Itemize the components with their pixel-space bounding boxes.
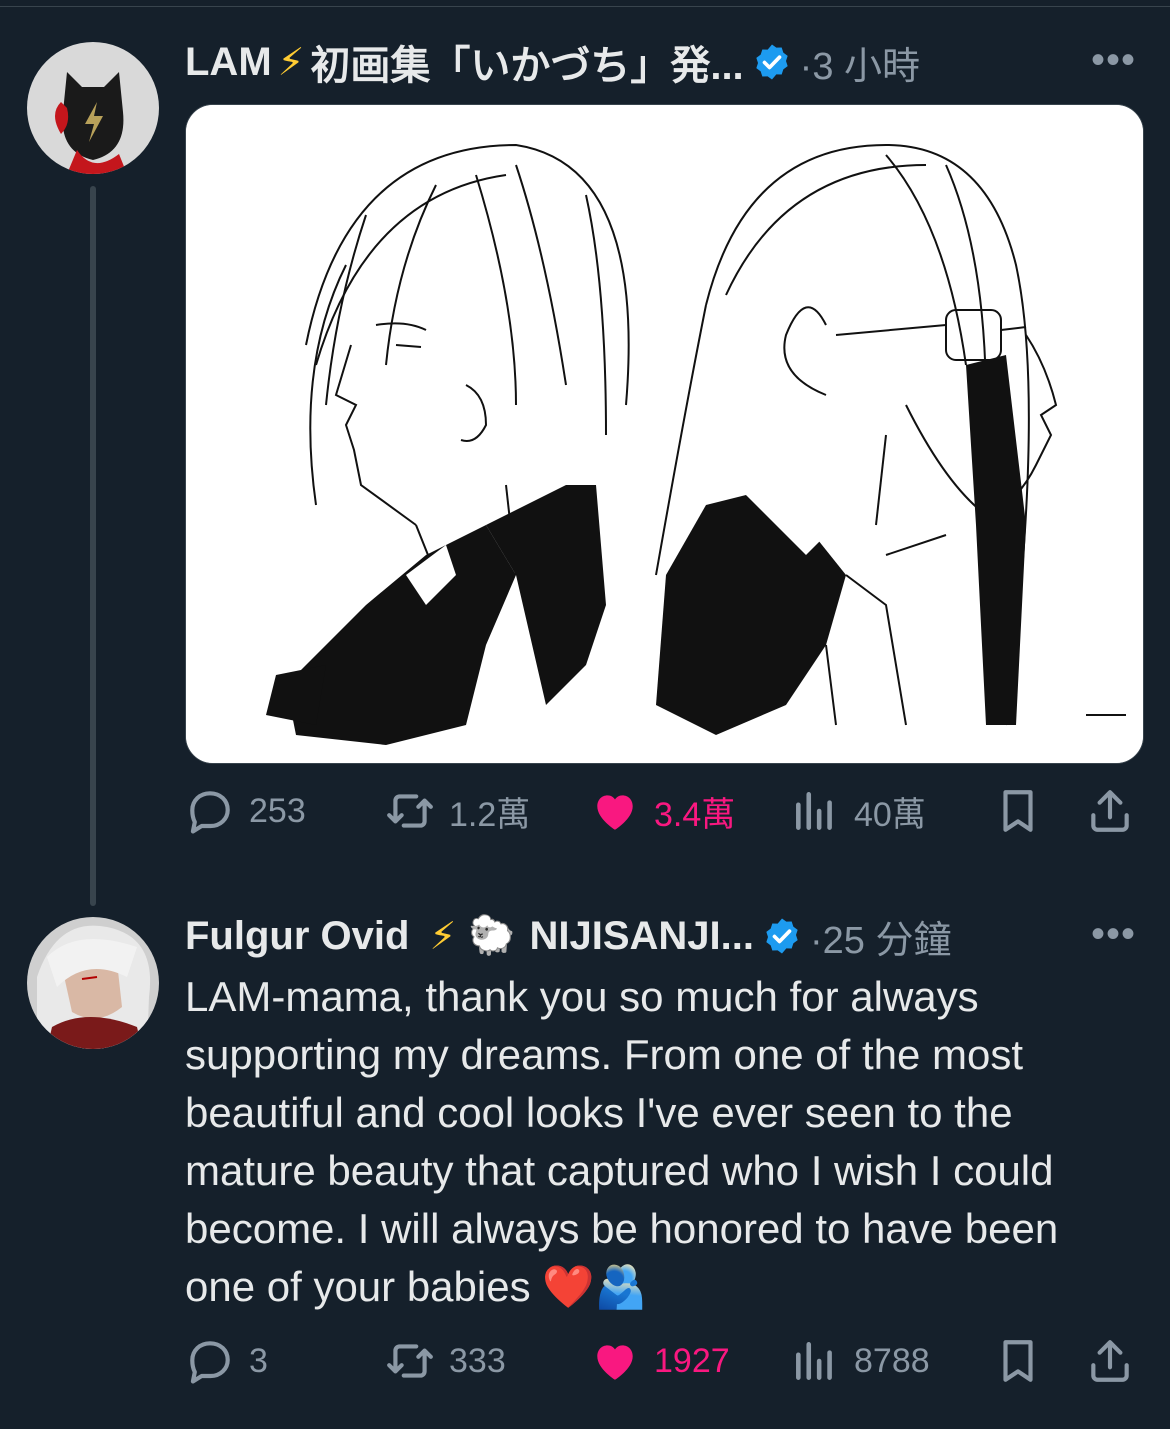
avatar-lam[interactable] bbox=[27, 42, 159, 174]
like-count: 1927 bbox=[654, 1341, 730, 1380]
sheep-emoji: 🐑 bbox=[468, 915, 516, 957]
lightning-emoji: ⚡ bbox=[277, 41, 305, 84]
like-icon bbox=[597, 795, 633, 830]
views-count: 40萬 bbox=[854, 795, 926, 834]
tweet-image[interactable] bbox=[185, 104, 1144, 764]
reply-icon bbox=[190, 791, 230, 834]
tweet-actions: 253 1.2萬 3.4萬 40萬 bbox=[185, 786, 1145, 846]
tweet-header: Fulgur Ovid ⚡ 🐑 NIJISANJI... ·25 分鐘 bbox=[185, 906, 951, 966]
views-icon bbox=[796, 1342, 832, 1380]
retweet-button[interactable]: 333 bbox=[385, 1336, 506, 1386]
share-icon bbox=[1091, 1340, 1129, 1382]
display-name-suffix[interactable]: 初画集「いかづち」発... bbox=[310, 33, 743, 91]
retweet-icon bbox=[387, 794, 433, 828]
tweet-time[interactable]: ·25 分鐘 bbox=[810, 909, 951, 964]
lightning-emoji: ⚡ bbox=[429, 915, 457, 958]
reply-button[interactable]: 3 bbox=[185, 1336, 268, 1386]
top-divider bbox=[0, 0, 1170, 7]
avatar-fulgur[interactable] bbox=[27, 917, 159, 1049]
retweet-count: 333 bbox=[449, 1341, 506, 1380]
sketch-illustration bbox=[186, 105, 1143, 763]
share-button[interactable] bbox=[1085, 1336, 1149, 1386]
like-button[interactable]: 3.4萬 bbox=[590, 786, 735, 836]
reply-count: 253 bbox=[249, 791, 306, 830]
retweet-icon bbox=[387, 1344, 433, 1378]
views-icon bbox=[796, 792, 832, 830]
retweet-button[interactable]: 1.2萬 bbox=[385, 786, 530, 836]
display-name[interactable]: LAM bbox=[185, 40, 272, 85]
bookmark-icon bbox=[1003, 1340, 1033, 1382]
thread-line bbox=[90, 186, 96, 906]
verified-badge-icon bbox=[766, 918, 798, 954]
display-name[interactable]: Fulgur Ovid bbox=[185, 914, 409, 959]
share-button[interactable] bbox=[1085, 786, 1149, 836]
like-button[interactable]: 1927 bbox=[590, 1336, 730, 1386]
views-button[interactable]: 40萬 bbox=[790, 786, 926, 836]
bookmark-icon bbox=[1003, 790, 1033, 832]
reply-icon bbox=[190, 1341, 230, 1384]
views-button[interactable]: 8788 bbox=[790, 1336, 930, 1386]
views-count: 8788 bbox=[854, 1341, 930, 1380]
like-count: 3.4萬 bbox=[654, 795, 736, 834]
tweet-text: LAM-mama, thank you so much for always s… bbox=[185, 973, 1059, 1310]
share-icon bbox=[1091, 790, 1129, 832]
more-icon[interactable]: ••• bbox=[1091, 912, 1136, 957]
bookmark-button[interactable] bbox=[993, 786, 1057, 836]
reply-button[interactable]: 253 bbox=[185, 786, 306, 836]
retweet-count: 1.2萬 bbox=[449, 795, 531, 834]
tweet-time[interactable]: ·3 小時 bbox=[800, 35, 920, 90]
verified-badge-icon bbox=[756, 44, 788, 80]
bookmark-button[interactable] bbox=[993, 1336, 1057, 1386]
tweet-header: LAM ⚡ 初画集「いかづち」発... ·3 小時 bbox=[185, 32, 920, 92]
tweet-actions: 3 333 1927 8788 bbox=[185, 1336, 1145, 1396]
display-name-suffix[interactable]: NIJISANJI... bbox=[529, 914, 754, 959]
more-icon[interactable]: ••• bbox=[1091, 38, 1136, 83]
reply-count: 3 bbox=[249, 1341, 268, 1380]
like-icon bbox=[597, 1345, 633, 1380]
